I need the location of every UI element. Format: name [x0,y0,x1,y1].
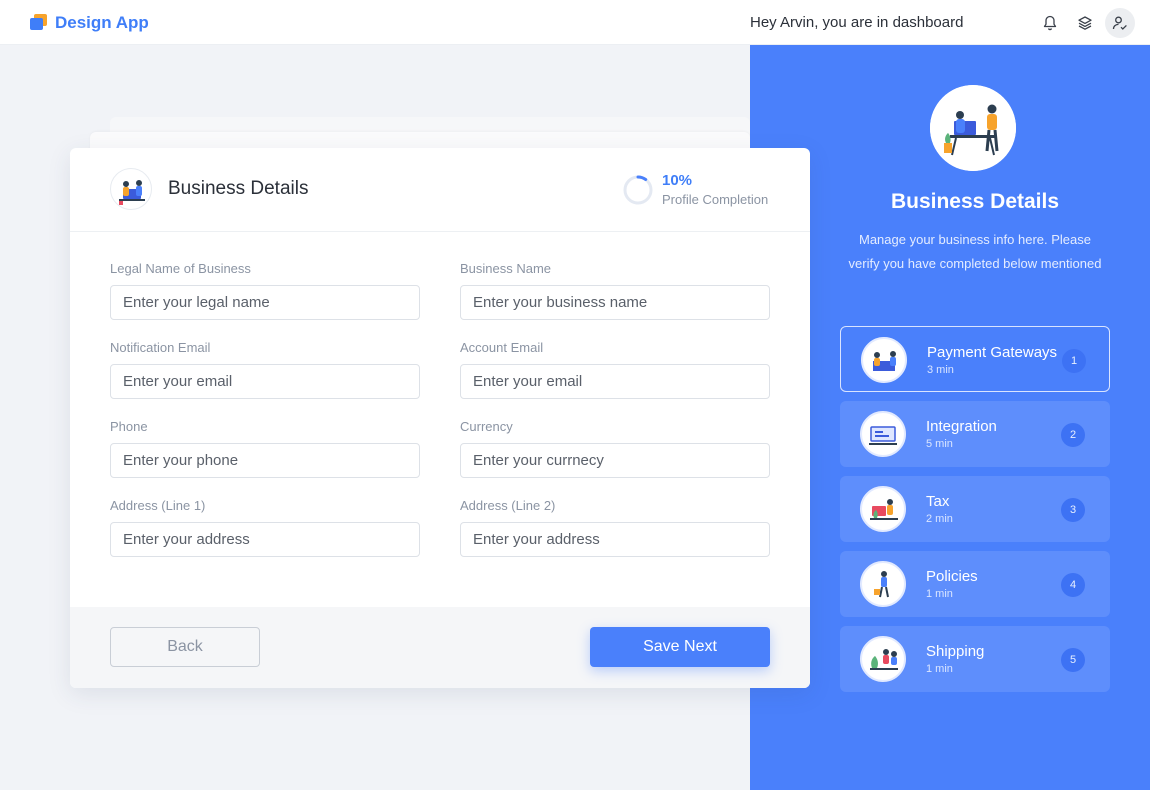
step-policies[interactable]: Policies 1 min 4 [840,551,1110,617]
notification-email-field-group: Notification Email [110,340,420,399]
progress-label: Profile Completion [662,192,769,207]
step-duration: 1 min [926,588,953,600]
account-email-label: Account Email [460,340,544,355]
step-tax[interactable]: Tax 2 min 3 [840,476,1110,542]
steps-list: Payment Gateways 3 min 1 Integration 5 min 2 T… [840,326,1110,701]
business-name-field-group: Business Name [460,261,770,320]
progress-percent: 10% [662,172,693,189]
panel-description: Manage your business info here. Please v… [848,232,1102,271]
business-name-label: Business Name [460,261,552,276]
address-line-2-label: Address (Line 2) [460,498,556,513]
phone-field-group: Phone [110,419,420,478]
user-check-icon[interactable] [1105,8,1135,38]
legal-name-field-group: Legal Name of Business [110,261,420,320]
step-integration[interactable]: Integration 5 min 2 [840,401,1110,467]
step-duration: 5 min [926,438,953,450]
step-name: Policies [926,568,978,585]
address-line-1-field-group: Address (Line 1) [110,498,420,557]
business-avatar [110,168,152,210]
address-line-1-input[interactable] [110,522,420,557]
address-line-2-field-group: Address (Line 2) [460,498,770,557]
notification-email-input[interactable] [110,364,420,399]
step-number-badge: 2 [1061,423,1085,447]
logo-icon [30,14,48,32]
step-illustration [861,337,907,383]
business-illustration [930,85,1016,171]
step-illustration [860,486,906,532]
step-illustration [860,636,906,682]
account-email-input[interactable] [460,364,770,399]
currency-field-group: Currency [460,419,770,478]
step-name: Integration [926,418,997,435]
phone-input[interactable] [110,443,420,478]
step-duration: 1 min [926,663,953,675]
address-line-2-input[interactable] [460,522,770,557]
progress-ring [623,175,653,205]
step-number-badge: 3 [1061,498,1085,522]
business-details-card: Business Details 10% Profile Completion … [70,148,810,688]
step-illustration [860,411,906,457]
step-number-badge: 5 [1061,648,1085,672]
bell-icon[interactable] [1039,12,1061,34]
card-title: Business Details [168,178,309,199]
legal-name-label: Legal Name of Business [110,261,251,276]
legal-name-input[interactable] [110,285,420,320]
panel-title: Business Details [890,190,1060,213]
step-number-badge: 4 [1061,573,1085,597]
notification-email-label: Notification Email [110,340,211,355]
business-name-input[interactable] [460,285,770,320]
step-name: Tax [926,493,950,510]
step-payment-gateways[interactable]: Payment Gateways 3 min 1 [840,326,1110,392]
account-email-field-group: Account Email [460,340,770,399]
card-header: Business Details 10% Profile Completion [70,148,810,232]
step-duration: 2 min [926,513,953,525]
currency-label: Currency [460,419,513,434]
step-name: Payment Gateways [927,344,1058,361]
step-duration: 3 min [927,364,954,376]
phone-label: Phone [110,419,148,434]
step-illustration [860,561,906,607]
greeting-text: Hey Arvin, you are in dashboard [750,14,964,31]
step-name: Shipping [926,643,985,660]
top-bar: Design App Hey Arvin, you are in dashboa… [0,0,1150,45]
card-footer: Back Save Next [70,607,810,688]
back-button[interactable]: Back [110,627,260,667]
app-name: Design App [55,13,149,32]
address-line-1-label: Address (Line 1) [110,498,206,513]
currency-input[interactable] [460,443,770,478]
step-shipping[interactable]: Shipping 1 min 5 [840,626,1110,692]
layers-icon[interactable] [1074,12,1096,34]
step-number-badge: 1 [1062,349,1086,373]
save-next-button[interactable]: Save Next [590,627,770,667]
app-logo[interactable]: Design App [30,13,149,33]
